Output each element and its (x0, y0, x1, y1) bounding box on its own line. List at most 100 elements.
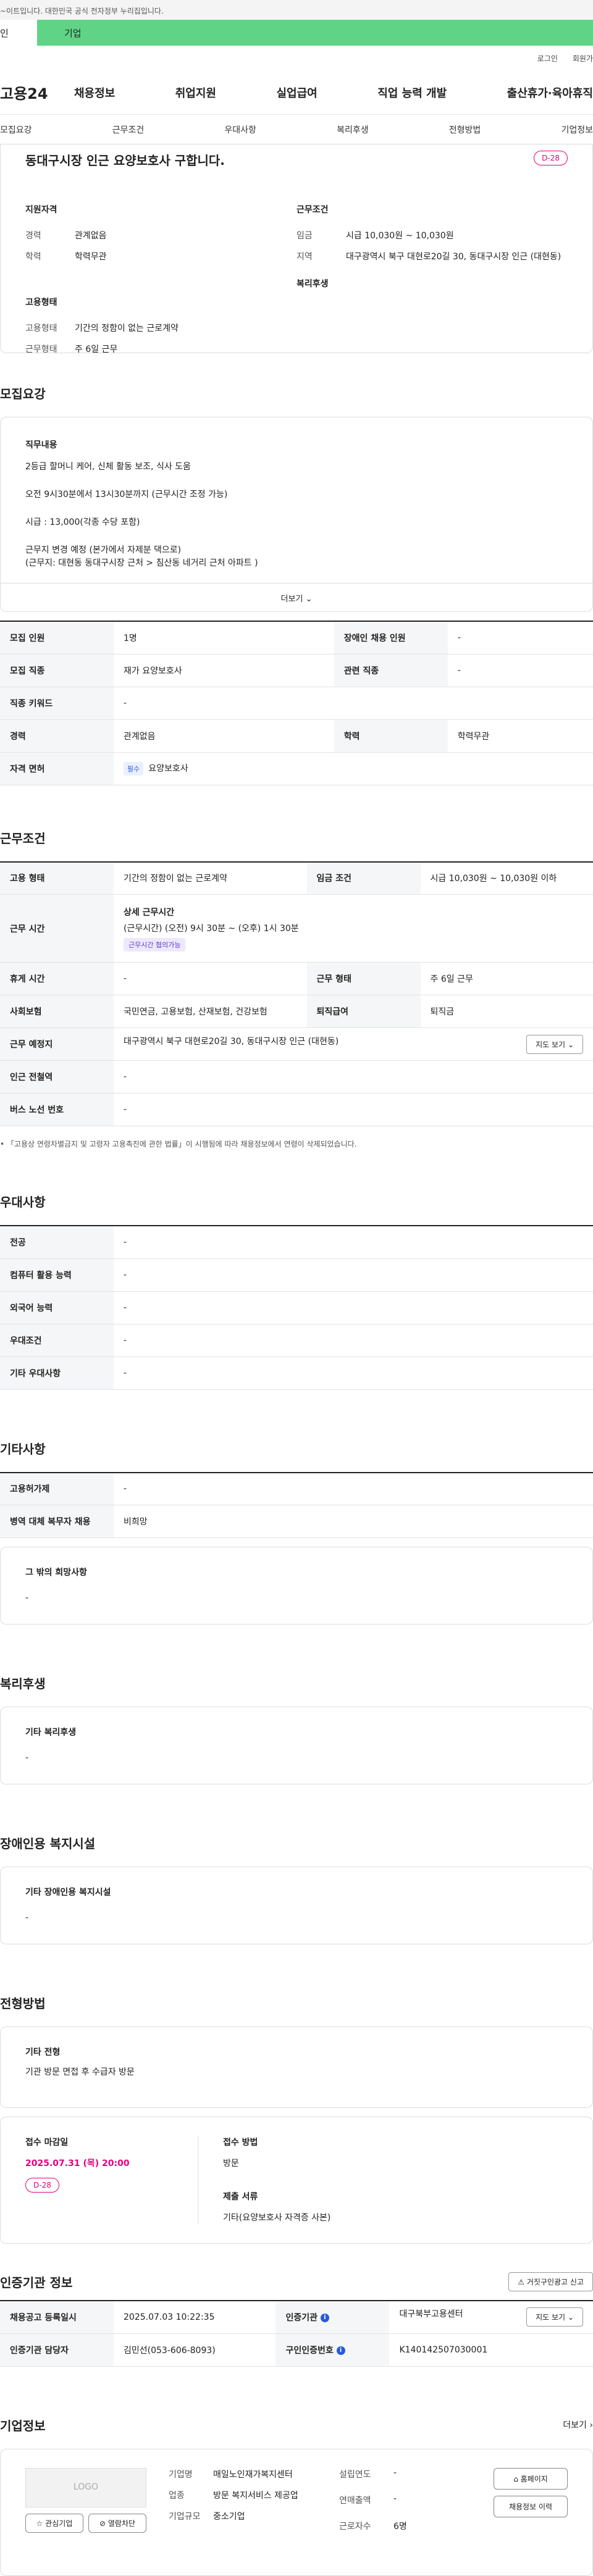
anchor-recruit[interactable]: 모집요강 (0, 123, 32, 136)
table-header: 학력 (334, 719, 448, 752)
disability-section-title: 장애인용 복지시설 (0, 1834, 593, 1852)
company-more-link[interactable]: 더보기 › (563, 2419, 593, 2431)
map-button[interactable]: 지도 보기 ⌄ (526, 2307, 583, 2327)
company-value: 6명 (393, 2520, 407, 2532)
company-logo: LOGO (25, 2468, 146, 2507)
table-header: 구인인증번호 i (275, 2333, 389, 2366)
company-value: 방문 복지서비스 제공업 (213, 2489, 317, 2501)
more-button[interactable]: 더보기 ⌄ (1, 583, 592, 611)
anchor-welfare[interactable]: 복리후생 (337, 123, 369, 136)
gnb-item-support[interactable]: 취업지원 (175, 85, 216, 101)
info-icon[interactable]: i (321, 2314, 329, 2322)
table-header: 인근 전철역 (0, 1061, 114, 1094)
chevron-down-icon: ⌄ (306, 595, 313, 604)
table-cell: 대구북부고용센터지도 보기 ⌄ (389, 2301, 593, 2333)
etc-section-title: 기타사항 (0, 1439, 593, 1457)
job-description-line: 시급 : 13,000(각종 수당 포함) (25, 516, 568, 529)
job-history-button[interactable]: 채용정보 이력 (494, 2496, 568, 2517)
negotiable-tag: 근무시간 협의가능 (124, 938, 185, 951)
table-cell: 국민연금, 고용보험, 산재보험, 건강보험 (114, 995, 307, 1028)
table-cell: - (114, 1061, 593, 1094)
welfare-section-title: 복리후생 (0, 1674, 593, 1692)
table-row: 인근 전철역- (0, 1061, 593, 1094)
table-cell: - (114, 1357, 593, 1389)
site-logo[interactable]: 고용24 (0, 82, 74, 103)
block-company-button[interactable]: ⊘ 열람차단 (88, 2514, 146, 2533)
report-button[interactable]: ⚠ 거짓구인광고 신고 (508, 2272, 593, 2291)
login-link[interactable]: 로그인 (537, 53, 558, 70)
table-cell: - (114, 963, 307, 995)
table-cell: K140142507030001 (389, 2333, 593, 2366)
selection-section-title: 전형방법 (0, 1994, 593, 2012)
table-row: 전공- (0, 1226, 593, 1258)
chevron-right-icon: › (589, 2420, 593, 2430)
table-row: 근무 시간 상세 근무시간 (근무시간) (오전) 9시 30분 ~ (오후) … (0, 895, 593, 963)
other-wishes-label: 그 밖의 희망사항 (25, 1566, 568, 1578)
anchor-conditions[interactable]: 근무조건 (112, 123, 145, 136)
work-place-value: 대구광역시 북구 대현로20길 30, 동대구시장 인근 (대현동) (124, 1037, 339, 1047)
documents-value: 기타(요양보호사 자격증 사본) (223, 2211, 330, 2223)
table-header: 채용공고 등록일시 (0, 2301, 114, 2333)
table-header: 기타 우대사항 (0, 1357, 114, 1389)
map-button[interactable]: 지도 보기 ⌄ (526, 1035, 583, 1054)
table-header: 버스 노선 번호 (0, 1094, 114, 1126)
anchor-preference[interactable]: 우대사항 (224, 123, 256, 136)
join-link[interactable]: 회원가 (573, 53, 593, 70)
table-header: 모집 직종 (0, 654, 114, 687)
qualification-heading: 지원자격 (25, 203, 296, 215)
table-cell: 비희망 (114, 1505, 593, 1538)
utility-links: 로그인 회원가 (0, 46, 593, 70)
table-row: 컴퓨터 활용 능력- (0, 1258, 593, 1291)
tab-company[interactable]: 기업 (37, 20, 593, 46)
table-cell: 김민선(053-606-8093) (114, 2333, 275, 2366)
summary-value: 관계없음 (75, 229, 107, 241)
table-cell: - (448, 654, 593, 687)
other-wishes-box: 그 밖의 희망사항 - (0, 1547, 593, 1625)
gnb-item-training[interactable]: 직업 능력 개발 (377, 85, 447, 101)
table-header: 경력 (0, 719, 114, 752)
gnb-item-jobs[interactable]: 채용정보 (74, 85, 115, 101)
job-title: 동대구시장 인근 요양보호사 구합니다. (25, 144, 568, 169)
warning-icon: ⚠ (518, 2278, 524, 2286)
table-header: 컴퓨터 활용 능력 (0, 1258, 114, 1291)
anchor-selection[interactable]: 전형방법 (449, 123, 481, 136)
table-cell: 1명 (114, 621, 334, 654)
tab-personal[interactable]: 인 (0, 20, 37, 46)
recruit-table: 모집 인원1명장애인 채용 인원- 모집 직종재가 요양보호사관련 직종- 직종… (0, 621, 593, 785)
table-header: 직종 키워드 (0, 687, 114, 719)
etc-table: 고용허가제- 병역 대체 복무자 채용비희망 (0, 1472, 593, 1539)
work-time-value: (근무시간) (오전) 9시 30분 ~ (오후) 1시 30분 (124, 922, 583, 934)
table-header: 장애인 채용 인원 (334, 621, 448, 654)
table-cell: - (114, 1324, 593, 1357)
other-wishes-value: - (25, 1593, 568, 1603)
welfare-heading: 복리후생 (296, 277, 568, 290)
anchor-company[interactable]: 기업정보 (561, 123, 593, 136)
table-cell: - (114, 687, 593, 719)
table-header: 관련 직종 (334, 654, 448, 687)
table-cell: - (114, 1094, 593, 1126)
table-header: 근무 시간 (0, 895, 114, 963)
table-cell: 관계없음 (114, 719, 334, 752)
company-label: 기업명 (169, 2468, 213, 2480)
chevron-down-icon: ⌄ (568, 2313, 574, 2322)
table-header: 근무 형태 (307, 963, 421, 995)
table-header: 휴게 시간 (0, 963, 114, 995)
table-cell: 기간의 정함이 없는 근로계약 (114, 862, 307, 895)
job-description-line: 근무지 변경 예정 (본가에서 자제분 댁으로) (근무지: 대현동 동대구시장… (25, 544, 568, 570)
gov-banner: ~이트입니다. 대한민국 공식 전자정부 누리집입니다. (0, 0, 593, 20)
summary-value: 대구광역시 북구 대현로20길 30, 동대구시장 인근 (대현동) (346, 250, 568, 262)
favorite-company-button[interactable]: ☆ 관심기업 (25, 2514, 83, 2533)
table-cell: - (114, 1258, 593, 1291)
company-section-title: 기업정보 (0, 2416, 46, 2434)
gnb-item-leave[interactable]: 출산휴가·육아휴직 (507, 85, 593, 101)
table-row: 우대조건- (0, 1324, 593, 1357)
homepage-button[interactable]: ⌂ 홈페이지 (494, 2468, 568, 2490)
table-row: 근무 예정지대구광역시 북구 대현로20길 30, 동대구시장 인근 (대현동)… (0, 1028, 593, 1061)
required-tag: 필수 (124, 762, 143, 776)
cert-table: 채용공고 등록일시2025.07.03 10:22:35인증기관 i대구북부고용… (0, 2300, 593, 2367)
chevron-down-icon: ⌄ (568, 1040, 574, 1049)
gnb-item-benefit[interactable]: 실업급여 (277, 85, 318, 101)
summary-label: 고용형태 (25, 322, 75, 334)
company-label: 근로자수 (339, 2520, 393, 2532)
info-icon[interactable]: i (337, 2346, 345, 2355)
